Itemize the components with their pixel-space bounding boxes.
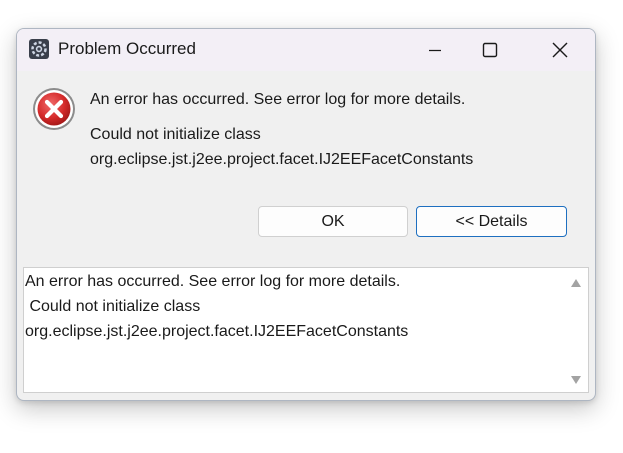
minimize-icon — [429, 49, 441, 52]
minimize-button[interactable] — [412, 29, 458, 71]
details-line: org.eclipse.jst.j2ee.project.facet.IJ2EE… — [25, 323, 409, 340]
error-message-summary: An error has occurred. See error log for… — [90, 91, 466, 108]
error-message-detail-line2: org.eclipse.jst.j2ee.project.facet.IJ2EE… — [90, 151, 474, 168]
error-icon — [33, 88, 75, 130]
error-message-detail-line1: Could not initialize class — [90, 126, 261, 143]
eclipse-gear-icon — [29, 39, 49, 59]
scroll-up-arrow-icon[interactable] — [570, 278, 582, 288]
details-line: Could not initialize class — [25, 298, 201, 315]
details-text-area[interactable]: An error has occurred. See error log for… — [23, 267, 589, 393]
title-bar[interactable]: Problem Occurred — [17, 29, 595, 71]
details-line: An error has occurred. See error log for… — [25, 273, 401, 290]
problem-occurred-dialog: Problem Occurred An error has occurred. … — [16, 28, 596, 401]
close-button[interactable] — [537, 29, 583, 71]
window-title: Problem Occurred — [58, 39, 196, 58]
close-icon — [552, 42, 568, 58]
maximize-button[interactable] — [467, 29, 513, 71]
details-toggle-button[interactable]: << Details — [416, 206, 567, 237]
maximize-icon — [482, 42, 498, 58]
scroll-down-arrow-icon[interactable] — [570, 375, 582, 385]
ok-button[interactable]: OK — [258, 206, 408, 237]
